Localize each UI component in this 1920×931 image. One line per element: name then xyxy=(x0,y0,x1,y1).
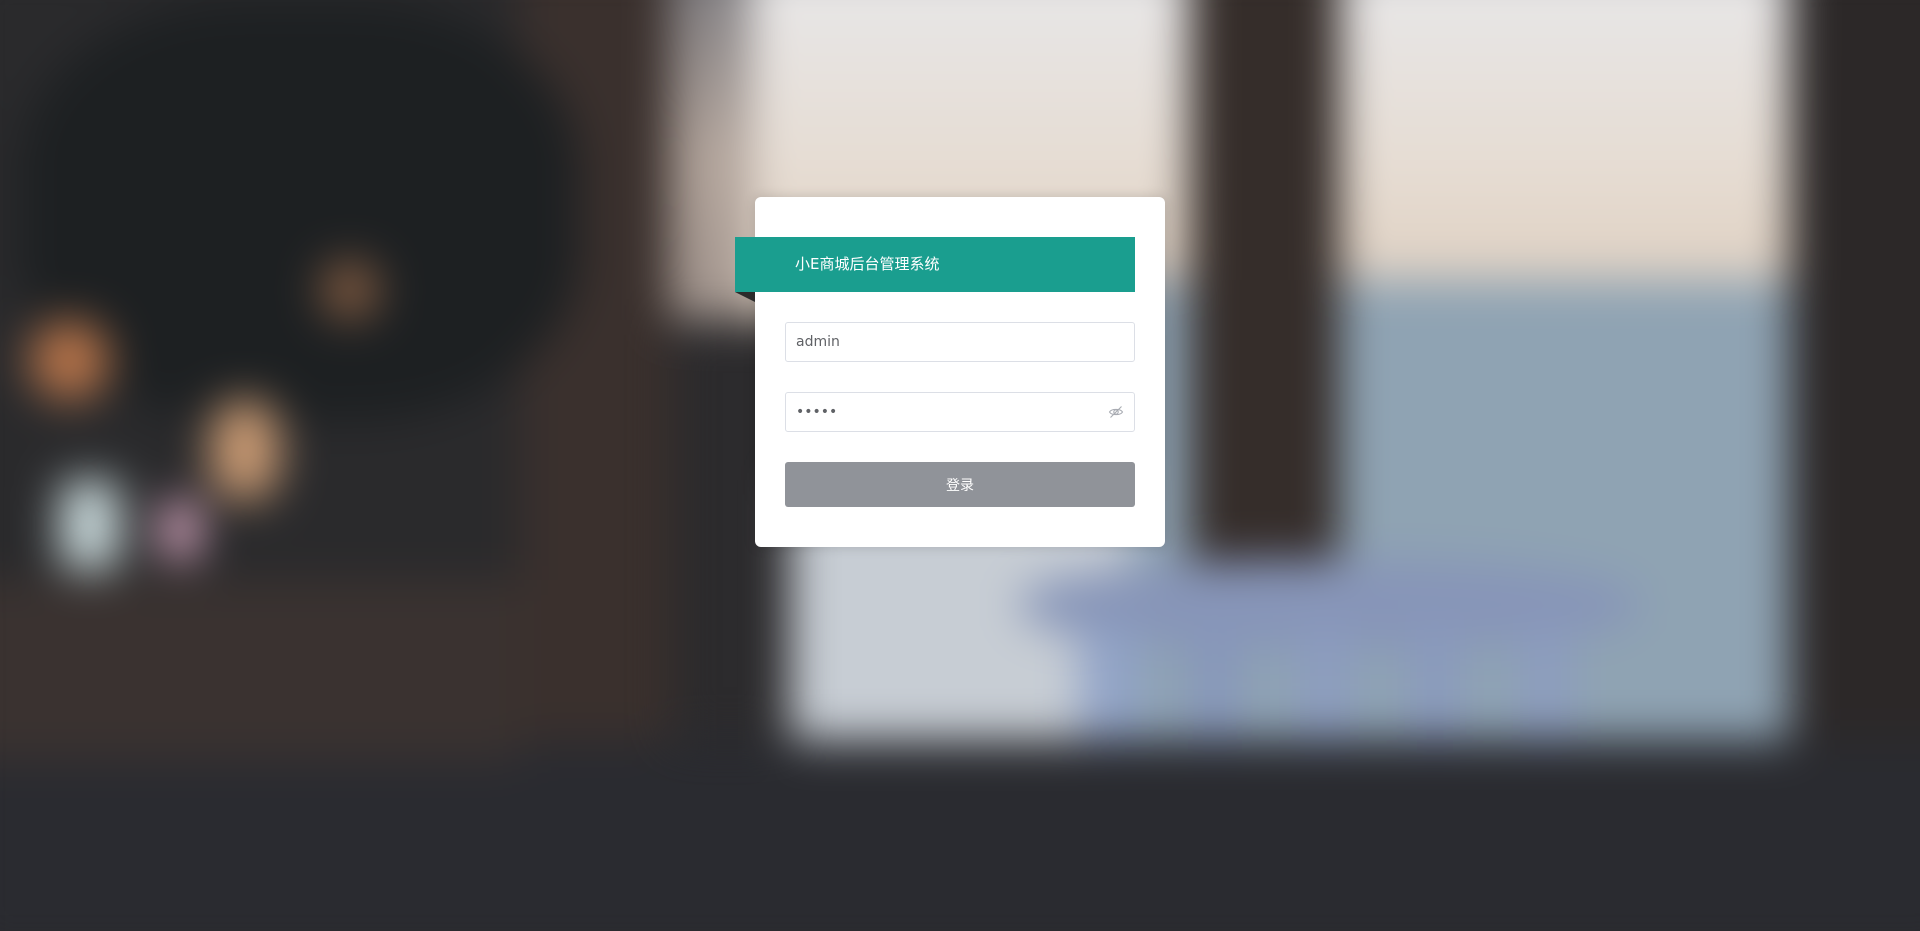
ribbon-fold xyxy=(735,292,755,302)
username-input[interactable] xyxy=(786,323,1106,361)
page-title: 小E商城后台管理系统 xyxy=(795,255,940,273)
password-input[interactable] xyxy=(786,393,1106,431)
username-field[interactable] xyxy=(785,322,1135,362)
eye-off-icon[interactable] xyxy=(1108,404,1124,420)
login-header: 小E商城后台管理系统 xyxy=(735,237,1135,292)
login-button[interactable]: 登录 xyxy=(785,462,1135,507)
password-field[interactable] xyxy=(785,392,1135,432)
